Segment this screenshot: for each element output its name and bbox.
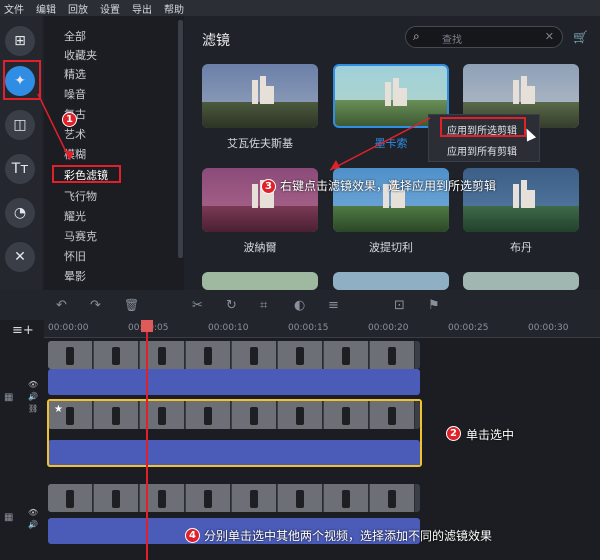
settings-sliders-icon[interactable]: ≡ (328, 298, 339, 313)
link-icon[interactable]: ⛓ (28, 404, 38, 413)
rotate-icon[interactable]: ↻ (226, 298, 237, 313)
annotation-badge-1: 1 (62, 112, 77, 127)
audio-waveform[interactable] (48, 369, 420, 395)
video-clip[interactable] (48, 484, 420, 512)
ruler-tick: 00:00:30 (528, 323, 569, 333)
ruler-tick: 00:00:25 (448, 323, 489, 333)
clip-selection-box (47, 399, 422, 467)
ruler-tick: 00:00:10 (208, 323, 249, 333)
track-handle-icon[interactable]: ▦ (4, 392, 13, 403)
playhead-handle[interactable] (141, 320, 153, 332)
redo-icon[interactable]: ↷ (90, 298, 101, 313)
visibility-eye-icon[interactable]: 👁 (28, 380, 38, 389)
volume-icon[interactable]: 🔊 (28, 520, 38, 529)
annotation-badge-4: 4 (185, 528, 200, 543)
cut-icon[interactable]: ✂ (192, 298, 203, 313)
color-adjust-icon[interactable]: ◐ (294, 298, 305, 313)
add-track-icon[interactable]: ≡+ (12, 323, 34, 338)
annotation-text-4: 分别单击选中其他两个视频，选择添加不同的滤镜效果 (204, 529, 493, 543)
ruler-tick: 00:00:15 (288, 323, 329, 333)
volume-icon[interactable]: 🔊 (28, 392, 38, 401)
ruler-tick: 00:00:20 (368, 323, 409, 333)
visibility-eye-icon[interactable]: 👁 (28, 508, 38, 517)
annotation-text-3: 右键点击滤镜效果，选择应用到所选剪辑 (280, 179, 497, 193)
export-clip-icon[interactable]: ⊡ (394, 298, 405, 313)
video-clip[interactable] (48, 341, 420, 369)
undo-icon[interactable]: ↶ (56, 298, 67, 313)
ruler-tick: 00:00:00 (48, 323, 89, 333)
track-handle-icon[interactable]: ▦ (4, 512, 13, 523)
delete-icon[interactable]: 🗑 (124, 298, 139, 312)
annotation-text-2: 单击选中 (466, 428, 515, 442)
annotation-badge-2: 2 (446, 426, 461, 441)
marker-flag-icon[interactable]: ⚑ (428, 298, 440, 313)
crop-icon[interactable]: ⌗ (260, 298, 267, 313)
playhead[interactable] (146, 322, 148, 560)
annotation-badge-3: 3 (261, 179, 276, 194)
